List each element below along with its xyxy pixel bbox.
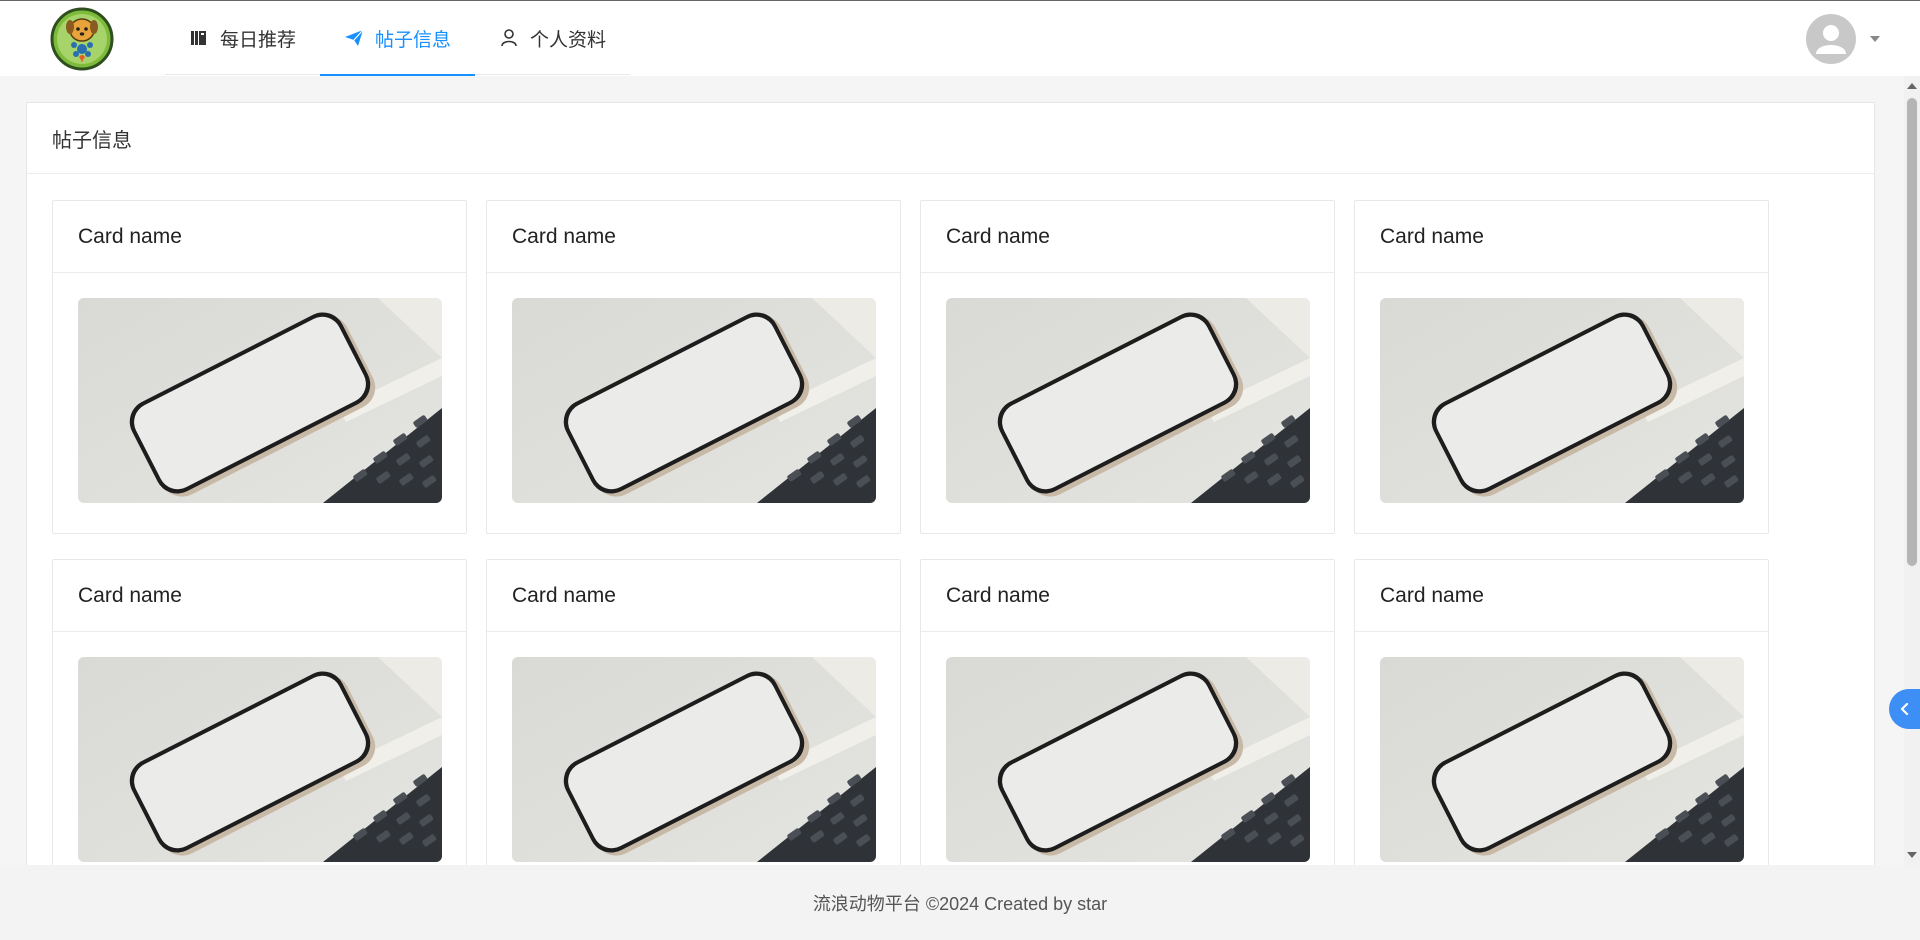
card-title: Card name	[487, 560, 900, 632]
nav-item-profile[interactable]: 个人资料	[475, 1, 630, 75]
post-card[interactable]: Card name	[486, 559, 901, 891]
card-title: Card name	[487, 201, 900, 273]
card-image	[1380, 657, 1744, 862]
send-icon	[344, 28, 364, 48]
main-nav: 每日推荐 帖子信息 个人资料	[165, 1, 631, 76]
post-info-panel: 帖子信息 Card name Card name Card name Card …	[26, 102, 1875, 892]
chevron-left-icon	[1900, 702, 1908, 716]
card-image	[946, 298, 1310, 503]
card-title: Card name	[921, 560, 1334, 632]
card-image	[512, 657, 876, 862]
post-card[interactable]: Card name	[486, 200, 901, 534]
nav-label: 个人资料	[530, 29, 607, 51]
user-menu[interactable]	[1806, 14, 1880, 64]
footer-text: 流浪动物平台 ©2024 Created by star	[812, 893, 1108, 914]
card-title: Card name	[1355, 560, 1768, 632]
post-card[interactable]: Card name	[52, 559, 467, 891]
nav-item-post-info[interactable]: 帖子信息	[320, 1, 476, 76]
card-title: Card name	[53, 201, 466, 273]
caret-down-icon[interactable]	[1870, 36, 1880, 42]
card-image	[78, 657, 442, 862]
card-image	[78, 298, 442, 503]
post-card[interactable]: Card name	[52, 200, 467, 534]
book-icon	[189, 28, 209, 48]
post-card[interactable]: Card name	[1354, 200, 1769, 534]
panel-title: 帖子信息	[27, 103, 1874, 174]
scroll-up-icon[interactable]	[1907, 83, 1917, 89]
page-scrollbar[interactable]	[1904, 76, 1920, 865]
card-image	[512, 298, 876, 503]
nav-label: 帖子信息	[375, 29, 452, 51]
post-card[interactable]: Card name	[920, 559, 1335, 891]
side-panel-toggle[interactable]	[1889, 689, 1920, 729]
user-avatar-icon[interactable]	[1806, 14, 1856, 64]
footer: 流浪动物平台 ©2024 Created by star	[0, 865, 1920, 940]
card-image	[1380, 298, 1744, 503]
post-card[interactable]: Card name	[1354, 559, 1769, 891]
scrollbar-thumb[interactable]	[1907, 98, 1917, 566]
card-title: Card name	[53, 560, 466, 632]
top-header: 每日推荐 帖子信息 个人资料	[0, 0, 1920, 76]
card-title: Card name	[1355, 201, 1768, 273]
scroll-down-icon[interactable]	[1907, 852, 1917, 858]
nav-item-daily-recommend[interactable]: 每日推荐	[165, 1, 320, 75]
card-grid: Card name Card name Card name Card name …	[52, 200, 1769, 891]
post-card[interactable]: Card name	[920, 200, 1335, 534]
user-icon	[499, 28, 519, 48]
card-title: Card name	[921, 201, 1334, 273]
card-image	[946, 657, 1310, 862]
logo-icon[interactable]	[50, 7, 114, 71]
nav-label: 每日推荐	[220, 29, 297, 51]
